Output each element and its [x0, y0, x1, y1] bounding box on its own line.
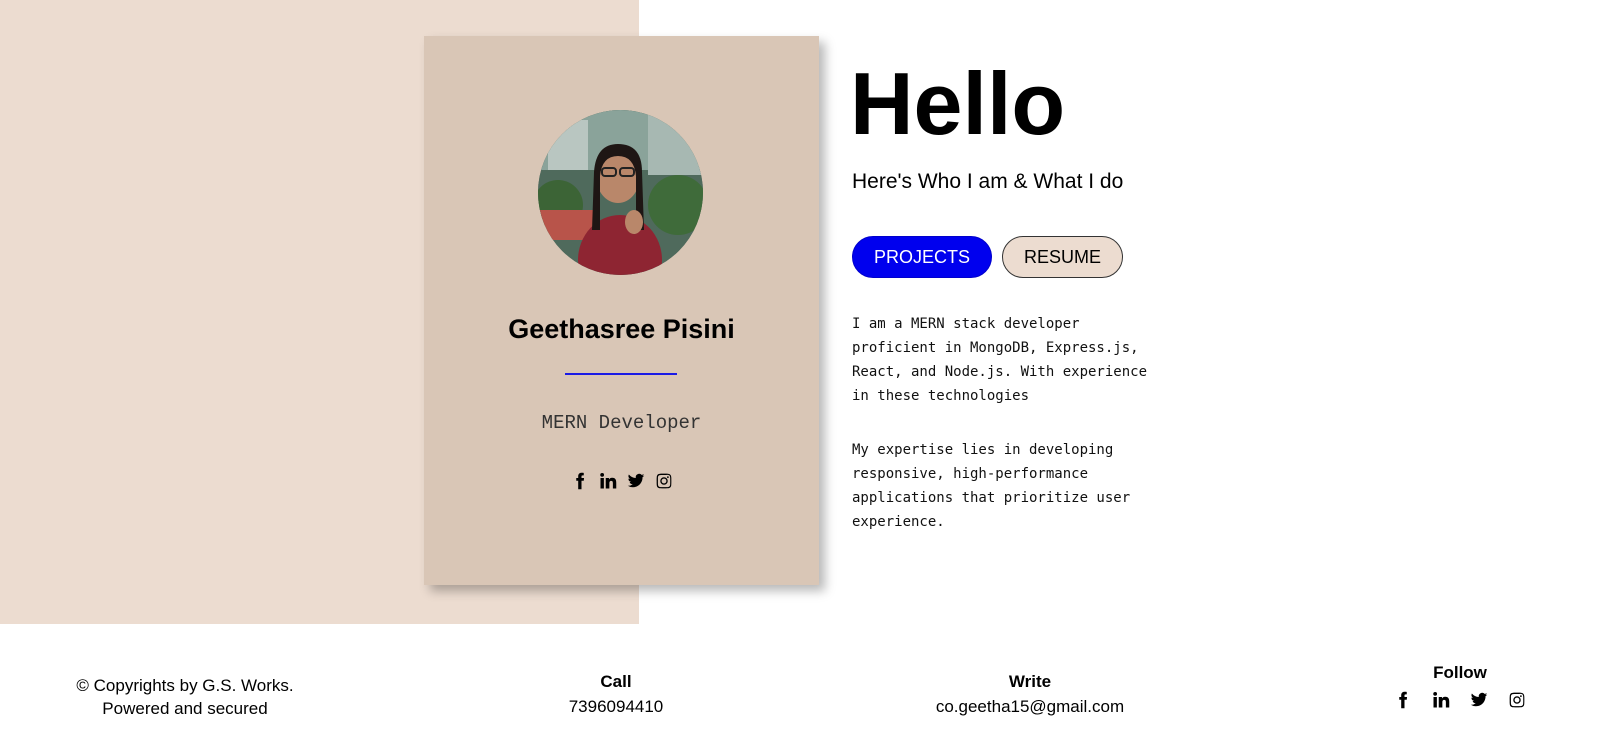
- bio-paragraph-1: I am a MERN stack developer proficient i…: [852, 316, 1148, 404]
- profile-role: MERN Developer: [541, 412, 702, 434]
- instagram-icon[interactable]: [1508, 691, 1526, 709]
- footer-write: Write co.geetha15@gmail.com: [910, 672, 1150, 717]
- footer-call: Call 7396094410: [546, 672, 686, 717]
- linkedin-icon[interactable]: [599, 472, 617, 490]
- footer-copyright: © Copyrights by G.S. Works. Powered and …: [60, 674, 310, 720]
- name-divider: [565, 373, 677, 375]
- twitter-icon[interactable]: [627, 472, 645, 490]
- profile-card: Geethasree Pisini MERN Developer: [424, 36, 819, 585]
- linkedin-icon[interactable]: [1432, 691, 1450, 709]
- call-number[interactable]: 7396094410: [546, 697, 686, 717]
- bio-paragraph-2: My expertise lies in developing responsi…: [852, 442, 1131, 530]
- profile-name: Geethasree Pisini: [508, 314, 735, 344]
- footer-social-links: [1390, 691, 1530, 709]
- follow-heading: Follow: [1433, 663, 1487, 682]
- profile-avatar: [538, 110, 703, 275]
- instagram-icon[interactable]: [655, 472, 673, 490]
- facebook-icon[interactable]: [1394, 691, 1412, 709]
- resume-button[interactable]: RESUME: [1002, 236, 1123, 278]
- call-heading: Call: [600, 672, 632, 691]
- email-address[interactable]: co.geetha15@gmail.com: [910, 697, 1150, 717]
- powered-line: Powered and secured: [102, 699, 268, 718]
- card-social-links: [424, 472, 819, 490]
- hero-greeting: Hello: [850, 54, 1066, 153]
- write-heading: Write: [1008, 672, 1052, 691]
- projects-button[interactable]: PROJECTS: [852, 236, 992, 278]
- hero-subtitle: Here's Who I am & What I do: [852, 170, 1124, 193]
- copyright-line: © Copyrights by G.S. Works.: [76, 676, 294, 695]
- facebook-icon[interactable]: [571, 472, 589, 490]
- footer-follow: Follow: [1390, 663, 1530, 709]
- twitter-icon[interactable]: [1470, 691, 1488, 709]
